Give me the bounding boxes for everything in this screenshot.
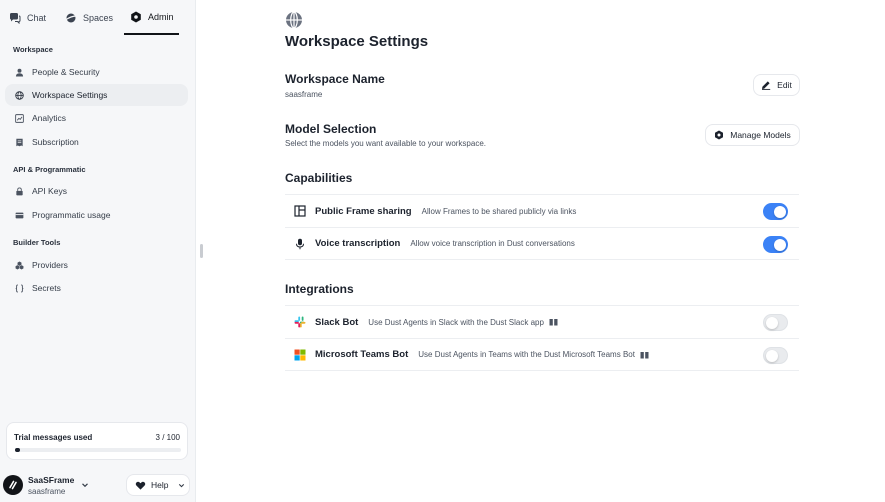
sidebar-item-label: Programmatic usage (32, 210, 111, 220)
sidebar-item-people-security[interactable]: People & Security (5, 61, 188, 83)
workspace-name-value: saasframe (285, 90, 323, 99)
toggle-knob (766, 349, 778, 362)
model-selection-desc: Select the models you want available to … (285, 139, 486, 148)
frame-icon (293, 204, 307, 218)
integrations-title: Integrations (285, 282, 354, 296)
help-label: Help (151, 480, 169, 490)
book-open-icon[interactable] (549, 318, 558, 326)
capability-row-public-frame: Public Frame sharing Allow Frames to be … (285, 194, 799, 227)
tab-chat[interactable]: Chat (9, 0, 46, 35)
capability-desc: Allow voice transcription in Dust conver… (410, 239, 575, 248)
chevron-down-icon (179, 483, 185, 487)
globe-icon (286, 11, 302, 29)
top-nav: Chat Spaces Admin (0, 0, 196, 35)
toggle-knob (774, 238, 786, 251)
trial-progress-fill (15, 448, 20, 452)
account-name: SaaSFrame (28, 475, 75, 485)
capability-desc: Allow Frames to be shared publicly via l… (421, 206, 577, 216)
capabilities-title: Capabilities (285, 171, 353, 185)
capability-row-voice: Voice transcription Allow voice transcri… (285, 227, 799, 260)
braces-icon (14, 283, 24, 293)
capability-name: Voice transcription (315, 238, 401, 249)
globe-icon (14, 90, 24, 100)
toggle-knob (766, 316, 778, 329)
book-open-icon[interactable] (640, 351, 649, 359)
chevron-down-icon (82, 483, 88, 488)
workspace-name-title: Workspace Name (285, 72, 385, 86)
main-content: Workspace Settings Workspace Name saasfr… (196, 0, 885, 502)
sidebar-item-label: People & Security (32, 67, 100, 77)
sidebar-item-analytics[interactable]: Analytics (5, 107, 188, 129)
trial-usage-card: Trial messages used 3 / 100 (6, 422, 188, 460)
sidebar-item-label: Providers (32, 260, 68, 270)
tab-admin[interactable]: Admin (124, 0, 179, 35)
chat-icon (10, 12, 21, 24)
integration-desc: Use Dust Agents in Slack with the Dust S… (368, 317, 544, 327)
trial-progress-bar (15, 448, 181, 452)
tab-spaces[interactable]: Spaces (65, 0, 113, 35)
sidebar: Chat Spaces Admin Workspace People & Sec… (0, 0, 196, 502)
sidebar-item-subscription[interactable]: Subscription (5, 131, 188, 153)
capability-name: Public Frame sharing (315, 205, 412, 217)
teams-bot-toggle[interactable] (763, 347, 788, 364)
edit-button[interactable]: Edit (753, 74, 800, 96)
trial-label: Trial messages used (14, 433, 93, 442)
sidebar-item-workspace-settings[interactable]: Workspace Settings (5, 84, 188, 106)
integration-name: Microsoft Teams Bot (315, 349, 409, 360)
chart-icon (14, 113, 24, 123)
hexagon-icon (131, 11, 141, 22)
voice-transcription-toggle[interactable] (763, 236, 788, 253)
sidebar-item-api-keys[interactable]: API Keys (5, 180, 188, 202)
sidebar-item-secrets[interactable]: Secrets (5, 277, 188, 299)
integration-desc: Use Dust Agents in Teams with the Dust M… (418, 350, 635, 359)
lock-icon (14, 186, 24, 196)
sidebar-item-label: Workspace Settings (32, 90, 108, 100)
integration-row-slack: Slack Bot Use Dust Agents in Slack with … (285, 305, 799, 338)
microsoft-icon (293, 348, 307, 362)
toggle-knob (774, 205, 786, 218)
workspace-logo-icon (9, 480, 17, 490)
section-workspace: Workspace (13, 45, 53, 54)
hexagon-icon (715, 130, 724, 140)
manage-models-button[interactable]: Manage Models (705, 124, 800, 146)
slack-bot-toggle[interactable] (763, 314, 788, 331)
account-workspace: saasframe (28, 487, 66, 496)
trial-count: 3 / 100 (155, 433, 180, 442)
page-title: Workspace Settings (285, 33, 429, 50)
model-selection-title: Model Selection (285, 122, 377, 136)
manage-models-label: Manage Models (730, 130, 791, 140)
heart-icon (135, 481, 146, 490)
sidebar-item-label: Subscription (32, 137, 79, 147)
edit-label: Edit (777, 80, 792, 90)
sidebar-item-providers[interactable]: Providers (5, 254, 188, 276)
slack-icon (293, 315, 307, 329)
account-switcher[interactable]: SaaSFrame saasframe (3, 474, 113, 498)
user-icon (14, 67, 24, 77)
section-builder-tools: Builder Tools (13, 238, 61, 247)
sidebar-item-label: API Keys (32, 186, 67, 196)
sidebar-item-label: Analytics (32, 113, 67, 123)
section-api-programmatic: API & Programmatic (13, 165, 86, 174)
cubes-icon (14, 260, 24, 270)
planet-icon (65, 13, 77, 22)
integration-name: Slack Bot (315, 316, 359, 328)
sidebar-item-label: Secrets (32, 283, 61, 293)
sidebar-item-programmatic-usage[interactable]: Programmatic usage (5, 204, 188, 226)
receipt-icon (14, 137, 24, 147)
microphone-icon (293, 237, 307, 251)
public-frame-toggle[interactable] (763, 203, 788, 220)
pencil-icon (762, 81, 771, 90)
avatar (3, 475, 23, 495)
help-button[interactable]: Help (126, 474, 190, 496)
card-icon (14, 210, 24, 220)
integration-row-teams: Microsoft Teams Bot Use Dust Agents in T… (285, 338, 799, 371)
